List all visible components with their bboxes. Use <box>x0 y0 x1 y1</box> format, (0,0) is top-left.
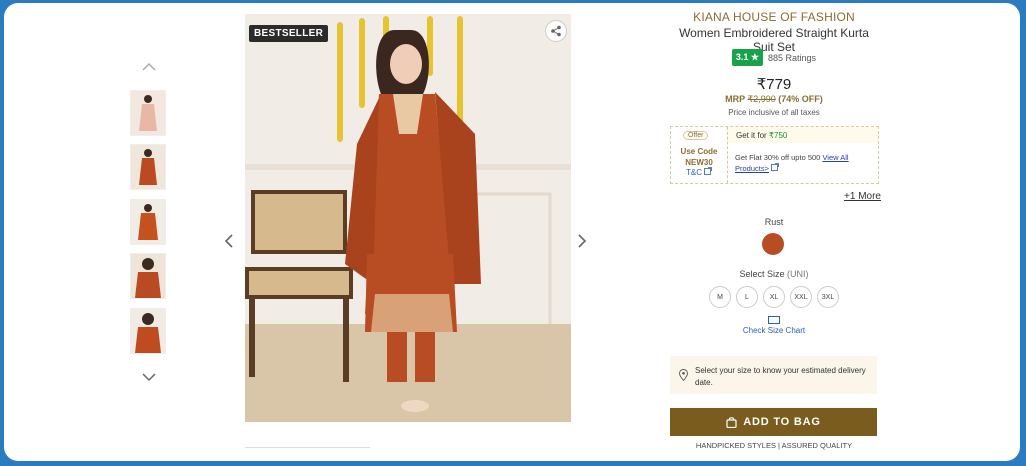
offer-price: ₹750 <box>768 131 788 140</box>
chevron-up-icon[interactable] <box>140 59 158 73</box>
chevron-left-icon[interactable] <box>224 231 234 254</box>
size-unit: (UNI) <box>787 269 809 279</box>
rating-badge: 3.1 ★ <box>731 49 764 66</box>
mrp-row: MRP ₹2,990 (74% OFF) <box>670 94 878 105</box>
size-option-m[interactable]: M <box>709 286 731 308</box>
size-options: M L XL XXL 3XL <box>670 286 878 308</box>
selling-price: ₹779 <box>756 76 792 93</box>
offer-price-row: Get it for ₹750 <box>728 127 878 143</box>
mrp-label: MRP <box>725 94 746 104</box>
discount-percent: (74% OFF) <box>778 94 823 104</box>
size-option-l[interactable]: L <box>736 286 758 308</box>
brand-name[interactable]: KIANA HOUSE OF FASHION <box>670 10 878 24</box>
more-offers-link[interactable]: +1 More <box>844 191 881 202</box>
external-link-icon <box>771 163 779 171</box>
product-page: BESTSELLER KIANA HOUSE OF FASHION Women … <box>4 3 1020 461</box>
delivery-info: Select your size to know your estimated … <box>670 356 877 394</box>
size-label-text: Select Size <box>739 269 785 279</box>
thumbnail-3[interactable] <box>130 199 166 245</box>
size-chart-label: Check Size Chart <box>742 326 806 335</box>
main-product-image[interactable]: BESTSELLER <box>245 14 571 422</box>
thumbnail-4[interactable] <box>130 253 166 299</box>
bag-icon <box>726 417 737 428</box>
image-divider <box>245 447 370 448</box>
size-option-xl[interactable]: XL <box>763 286 785 308</box>
model-photo <box>245 14 571 422</box>
offer-desc-text: Get Flat 30% off upto 500 <box>735 153 821 162</box>
add-to-bag-label: ADD TO BAG <box>743 416 821 428</box>
assurance-text: HANDPICKED STYLES | ASSURED QUALITY <box>695 441 853 450</box>
tax-note: Price inclusive of all taxes <box>728 108 820 117</box>
chevron-down-icon[interactable] <box>140 369 158 383</box>
offer-card: Offer Use Code NEW30 T&C Get it for ₹750… <box>670 126 879 184</box>
use-code: Use Code NEW30 <box>671 146 727 168</box>
delivery-text: Select your size to know your estimated … <box>695 366 866 387</box>
location-pin-icon <box>679 369 688 381</box>
rating-row[interactable]: 3.1 ★ 885 Ratings <box>670 49 878 66</box>
size-option-xxl[interactable]: XXL <box>790 286 812 308</box>
color-swatch-rust[interactable] <box>762 233 784 255</box>
size-label: Select Size (UNI) <box>670 269 878 279</box>
color-label: Rust <box>764 217 784 227</box>
get-it-label: Get it for <box>736 131 767 140</box>
ratings-count: 885 Ratings <box>768 52 817 63</box>
ruler-icon <box>768 316 780 324</box>
thumbnail-5[interactable] <box>130 308 166 354</box>
thumbnail-2[interactable] <box>130 144 166 190</box>
bestseller-badge: BESTSELLER <box>249 25 329 42</box>
tnc-label: T&C <box>686 168 702 177</box>
external-link-icon <box>704 167 713 175</box>
size-option-3xl[interactable]: 3XL <box>817 286 839 308</box>
chevron-right-icon[interactable] <box>577 231 587 254</box>
thumbnail-1[interactable] <box>130 90 166 136</box>
offer-tag: Offer <box>683 131 709 140</box>
offer-description: Get Flat 30% off upto 500 View All Produ… <box>735 153 875 174</box>
share-icon[interactable] <box>545 20 567 42</box>
tnc-link[interactable]: T&C <box>686 167 713 177</box>
add-to-bag-button[interactable]: ADD TO BAG <box>670 408 877 436</box>
use-code-label: Use Code <box>680 147 718 156</box>
offer-code-section: Offer Use Code NEW30 T&C <box>671 127 728 183</box>
size-chart-link[interactable]: Check Size Chart <box>670 316 878 335</box>
mrp-value: ₹2,990 <box>747 94 776 104</box>
